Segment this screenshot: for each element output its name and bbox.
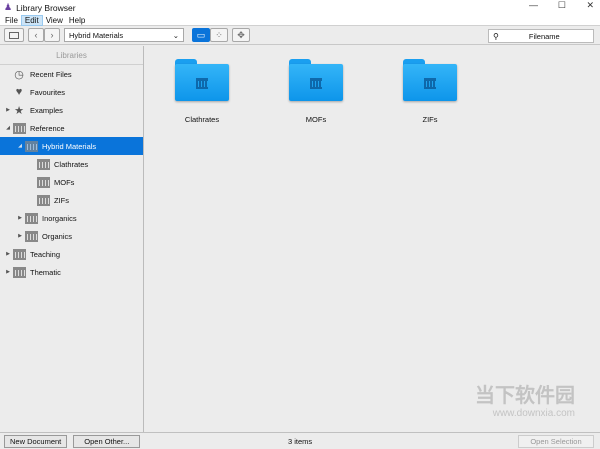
sidebar-item[interactable]: ▶ Organics xyxy=(0,227,143,245)
file-area: Clathrates MOFs ZIFs xyxy=(145,46,600,432)
sidebar-item-label: Recent Files xyxy=(30,69,72,79)
sidebar-item-label: ZIFs xyxy=(54,195,69,205)
folder-icon xyxy=(289,59,343,101)
back-button[interactable]: ‹ xyxy=(28,28,44,42)
forward-button[interactable]: › xyxy=(44,28,60,42)
search-icon: ⚲ xyxy=(493,31,499,41)
folder-name: MOFs xyxy=(305,115,327,124)
bottom-bar: New Document Open Other... 3 items Open … xyxy=(0,432,600,449)
sidebar: Libraries ◷ Recent Files ♥ Favourites ▶ ★ Exam… xyxy=(0,46,144,432)
minimize-button[interactable]: — xyxy=(529,0,538,10)
sidebar-item[interactable]: ▶ ★ Examples xyxy=(0,101,143,119)
menu-help[interactable]: Help xyxy=(66,16,88,25)
library-icon xyxy=(36,194,50,206)
folder-icon: ▭ xyxy=(196,29,206,40)
app-icon: ♟ xyxy=(4,2,13,12)
disclosure-arrow-icon[interactable]: ▶ xyxy=(16,233,24,239)
open-selection-button[interactable]: Open Selection xyxy=(518,434,594,448)
folder-icon xyxy=(175,59,229,101)
sidebar-item[interactable]: ▶ Inorganics xyxy=(0,209,143,227)
sidebar-item-label: MOFs xyxy=(54,177,75,187)
sidebar-icon xyxy=(9,31,19,39)
sidebar-item[interactable]: MOFs xyxy=(0,173,143,191)
grid-icon: ⁘ xyxy=(215,29,223,40)
disclosure-arrow-icon[interactable]: ▶ xyxy=(16,215,24,221)
chevron-down-icon: ⌄ xyxy=(172,30,179,40)
new-document-button[interactable]: New Document xyxy=(4,434,68,448)
menu-edit[interactable]: Edit xyxy=(20,14,43,26)
sidebar-item-label: Teaching xyxy=(30,249,61,259)
sidebar-item[interactable]: ◢ Hybrid Materials xyxy=(0,137,143,155)
library-icon xyxy=(12,248,26,260)
menu-bar: File Edit View Help xyxy=(0,14,600,26)
library-icon xyxy=(12,266,26,278)
menu-view[interactable]: View xyxy=(43,16,66,25)
sidebar-item-label: Reference xyxy=(30,123,65,133)
sidebar-item-label: Clathrates xyxy=(54,159,89,169)
library-icon xyxy=(12,122,26,134)
sidebar-item-label: Examples xyxy=(30,105,63,115)
folder-item[interactable]: ZIFs xyxy=(395,59,465,124)
watermark: 当下软件园 www.downxia.com xyxy=(475,385,575,419)
status-text: 3 items xyxy=(288,436,313,446)
sidebar-item[interactable]: ◷ Recent Files xyxy=(0,65,143,83)
clock-icon: ◷ xyxy=(14,68,24,81)
sidebar-item[interactable]: ZIFs xyxy=(0,191,143,209)
disclosure-arrow-icon[interactable]: ▶ xyxy=(4,107,12,113)
sidebar-item[interactable]: ▶ Thematic xyxy=(0,263,143,281)
maximize-button[interactable]: ☐ xyxy=(558,0,566,11)
heart-icon: ♥ xyxy=(15,86,23,98)
open-other-button[interactable]: Open Other... xyxy=(73,434,141,448)
sidebar-item-label: Favourites xyxy=(30,87,66,97)
folder-name: Clathrates xyxy=(184,115,220,124)
sidebar-item[interactable]: ◢ Reference xyxy=(0,119,143,137)
library-icon xyxy=(24,140,38,152)
folder-icon xyxy=(403,59,457,101)
library-icon xyxy=(24,230,38,242)
disclosure-arrow-icon[interactable]: ▶ xyxy=(4,269,12,275)
library-icon xyxy=(36,176,50,188)
disclosure-arrow-icon[interactable]: ▶ xyxy=(4,251,12,257)
search-placeholder: Filename xyxy=(528,31,560,41)
sidebar-item-label: Thematic xyxy=(30,267,61,277)
grid-view-button[interactable]: ⁘ xyxy=(210,28,228,42)
folder-view-button[interactable]: ▭ xyxy=(192,28,210,42)
close-button[interactable]: ✕ xyxy=(586,0,594,11)
window-title: Library Browser xyxy=(16,2,76,13)
library-tree: ◷ Recent Files ♥ Favourites ▶ ★ Examples ◢ Refer… xyxy=(0,65,143,281)
title-bar: ♟ Library Browser xyxy=(0,0,600,15)
star-icon: ★ xyxy=(14,104,24,117)
sidebar-item-label: Inorganics xyxy=(42,213,77,223)
disclosure-arrow-icon[interactable]: ◢ xyxy=(16,143,24,149)
menu-file[interactable]: File xyxy=(2,16,21,25)
library-icon xyxy=(24,212,38,224)
chevron-left-icon: ‹ xyxy=(34,30,38,40)
library-select[interactable]: Hybrid Materials ⌄ xyxy=(64,28,184,42)
sidebar-item-label: Organics xyxy=(42,231,73,241)
folder-item[interactable]: Clathrates xyxy=(167,59,237,124)
sidebar-header: Libraries xyxy=(0,46,143,65)
search-input[interactable]: ⚲ Filename xyxy=(488,29,594,43)
disclosure-arrow-icon[interactable]: ◢ xyxy=(4,125,12,131)
move-icon: ✥ xyxy=(237,29,245,40)
move-button[interactable]: ✥ xyxy=(232,28,250,42)
folder-name: ZIFs xyxy=(422,115,438,124)
chevron-right-icon: › xyxy=(50,30,54,40)
sidebar-item[interactable]: ♥ Favourites xyxy=(0,83,143,101)
folder-item[interactable]: MOFs xyxy=(281,59,351,124)
toggle-sidebar-button[interactable] xyxy=(4,28,24,42)
library-icon xyxy=(36,158,50,170)
sidebar-item[interactable]: ▶ Teaching xyxy=(0,245,143,263)
sidebar-item-label: Hybrid Materials xyxy=(42,141,97,151)
sidebar-item[interactable]: Clathrates xyxy=(0,155,143,173)
library-select-value: Hybrid Materials xyxy=(69,30,124,40)
